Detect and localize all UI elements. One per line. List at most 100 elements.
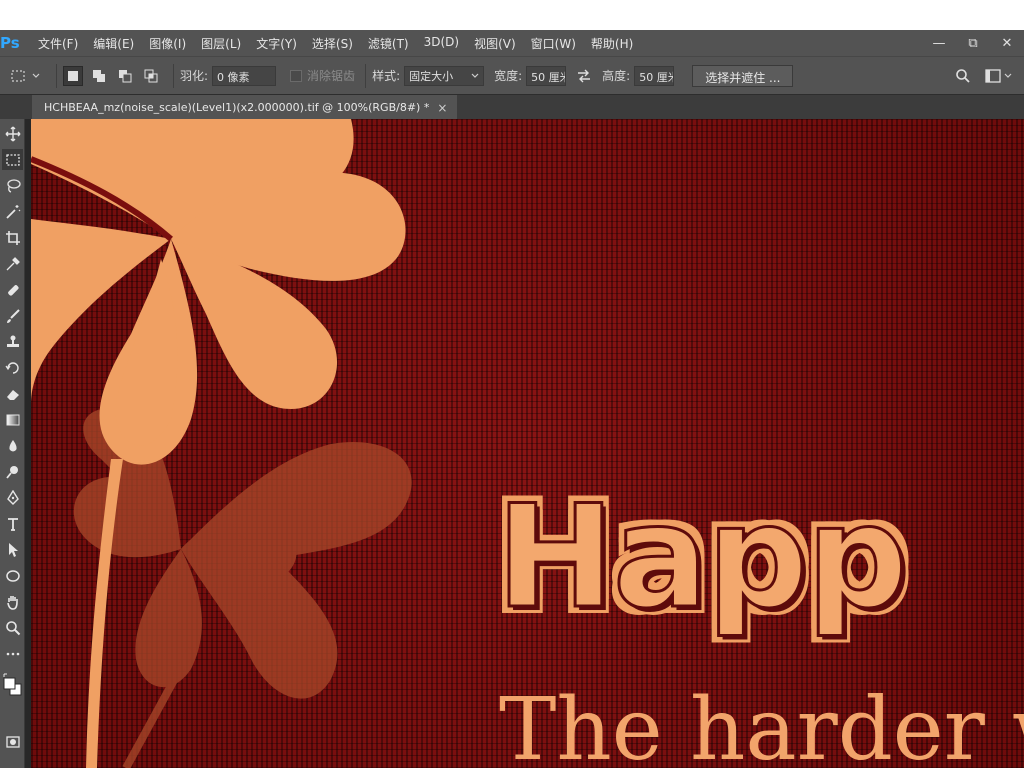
search-icon[interactable] xyxy=(955,68,971,84)
pen-tool[interactable] xyxy=(2,487,23,508)
restore-button[interactable]: ⧉ xyxy=(956,36,990,51)
dodge-tool[interactable] xyxy=(2,461,23,482)
height-input[interactable]: 50 厘米 xyxy=(634,65,675,86)
menu-edit[interactable]: 编辑(E) xyxy=(93,35,134,52)
magic-wand-tool[interactable] xyxy=(2,201,23,222)
ellipse-tool-icon xyxy=(5,569,20,582)
menu-help[interactable]: 帮助(H) xyxy=(591,35,633,52)
menu-items: 文件(F) 编辑(E) 图像(I) 图层(L) 文字(Y) 选择(S) 滤镜(T… xyxy=(30,35,648,52)
document-tab-title: HCHBEAA_mz(noise_scale)(Level1)(x2.00000… xyxy=(44,101,430,114)
blur-tool[interactable] xyxy=(2,435,23,456)
blur-tool-icon xyxy=(8,439,17,451)
minimize-button[interactable]: — xyxy=(922,36,956,51)
top-strip xyxy=(0,0,1024,30)
divider xyxy=(56,63,57,88)
subline-text: The harder w xyxy=(499,680,1024,768)
photoshop-logo[interactable]: Ps xyxy=(0,30,30,56)
quick-mask-icon xyxy=(5,735,20,748)
document-tab-bar: HCHBEAA_mz(noise_scale)(Level1)(x2.00000… xyxy=(0,94,1024,120)
style-select[interactable]: 固定大小 xyxy=(404,65,485,86)
tool-preset-picker[interactable] xyxy=(0,68,50,84)
hand-tool[interactable] xyxy=(2,591,23,612)
subtract-selection-icon xyxy=(119,69,132,82)
menu-filter[interactable]: 滤镜(T) xyxy=(368,35,409,52)
brush-tool[interactable] xyxy=(2,305,23,326)
gradient-tool[interactable] xyxy=(2,409,23,430)
chevron-down-icon xyxy=(32,73,40,78)
clone-stamp-icon xyxy=(6,335,19,347)
history-brush-icon xyxy=(5,361,19,374)
add-selection-icon xyxy=(93,69,105,82)
select-and-mask-button[interactable]: 选择并遮住 ... xyxy=(692,64,794,87)
gradient-tool-icon xyxy=(6,414,19,425)
quick-mask-tool[interactable] xyxy=(2,731,23,752)
faded-clover xyxy=(73,408,412,768)
feather-input[interactable]: 0 像素 xyxy=(212,65,277,86)
divider xyxy=(365,63,367,88)
new-selection-button[interactable] xyxy=(63,65,83,86)
history-brush-tool[interactable] xyxy=(2,357,23,378)
menu-3d[interactable]: 3D(D) xyxy=(424,35,459,52)
menu-type[interactable]: 文字(Y) xyxy=(256,35,297,52)
menu-select[interactable]: 选择(S) xyxy=(312,35,353,52)
crop-tool[interactable] xyxy=(2,227,23,248)
new-selection-icon xyxy=(68,70,78,81)
menu-bar: Ps 文件(F) 编辑(E) 图像(I) 图层(L) 文字(Y) 选择(S) 滤… xyxy=(0,30,1024,56)
color-swatches[interactable] xyxy=(2,671,23,707)
window-controls: — ⧉ ✕ xyxy=(922,30,1024,56)
menu-window[interactable]: 窗口(W) xyxy=(531,35,576,52)
eyedropper-icon xyxy=(6,256,20,270)
eraser-tool[interactable] xyxy=(2,383,23,404)
divider xyxy=(173,63,174,88)
workspace-switcher[interactable] xyxy=(985,69,1012,83)
magic-wand-icon xyxy=(5,204,20,219)
dodge-tool-icon xyxy=(5,465,18,479)
tools-panel xyxy=(0,119,25,768)
intersect-selection-button[interactable] xyxy=(141,66,161,86)
path-selection-tool[interactable] xyxy=(2,539,23,560)
lasso-tool[interactable] xyxy=(2,175,23,196)
zoom-tool[interactable] xyxy=(2,617,23,638)
more-tools-icon xyxy=(6,652,19,655)
color-swatches-icon xyxy=(3,673,22,696)
close-button[interactable]: ✕ xyxy=(990,36,1024,51)
height-label: 高度: xyxy=(602,69,631,83)
type-tool[interactable] xyxy=(2,513,23,534)
eyedropper-tool[interactable] xyxy=(2,253,23,274)
pen-tool-icon xyxy=(6,489,19,505)
marquee-tool-icon xyxy=(5,153,20,166)
antialias-checkbox[interactable] xyxy=(290,69,303,82)
intersect-selection-icon xyxy=(144,69,158,82)
clone-stamp-tool[interactable] xyxy=(2,331,23,352)
healing-brush-icon xyxy=(7,284,19,296)
menu-view[interactable]: 视图(V) xyxy=(474,35,516,52)
clover-artwork xyxy=(31,119,412,768)
antialias-label: 消除锯齿 xyxy=(307,69,356,83)
style-label: 样式: xyxy=(372,69,401,83)
zoom-tool-icon xyxy=(5,620,20,635)
more-tools[interactable] xyxy=(2,643,23,664)
brush-tool-icon xyxy=(6,308,20,323)
width-input[interactable]: 50 厘米 xyxy=(526,65,567,86)
move-tool-icon xyxy=(5,126,20,141)
swap-dimensions-icon[interactable] xyxy=(576,69,592,83)
add-selection-button[interactable] xyxy=(89,66,109,86)
eraser-icon xyxy=(6,389,19,400)
marquee-tool[interactable] xyxy=(2,149,23,170)
width-label: 宽度: xyxy=(494,69,523,83)
tab-close-icon[interactable]: × xyxy=(437,101,447,115)
workspace-icon xyxy=(985,69,1001,83)
menu-layer[interactable]: 图层(L) xyxy=(201,35,241,52)
document-canvas[interactable]: Happ The harder w xyxy=(31,119,1024,768)
chevron-down-icon xyxy=(1004,73,1012,78)
menu-file[interactable]: 文件(F) xyxy=(38,35,78,52)
document-tab[interactable]: HCHBEAA_mz(noise_scale)(Level1)(x2.00000… xyxy=(32,95,458,120)
healing-brush-tool[interactable] xyxy=(2,279,23,300)
menu-image[interactable]: 图像(I) xyxy=(149,35,186,52)
path-selection-icon xyxy=(8,542,18,557)
move-tool[interactable] xyxy=(2,123,23,144)
hand-tool-icon xyxy=(6,595,18,610)
style-value: 固定大小 xyxy=(409,69,454,83)
subtract-selection-button[interactable] xyxy=(115,66,135,86)
ellipse-tool[interactable] xyxy=(2,565,23,586)
